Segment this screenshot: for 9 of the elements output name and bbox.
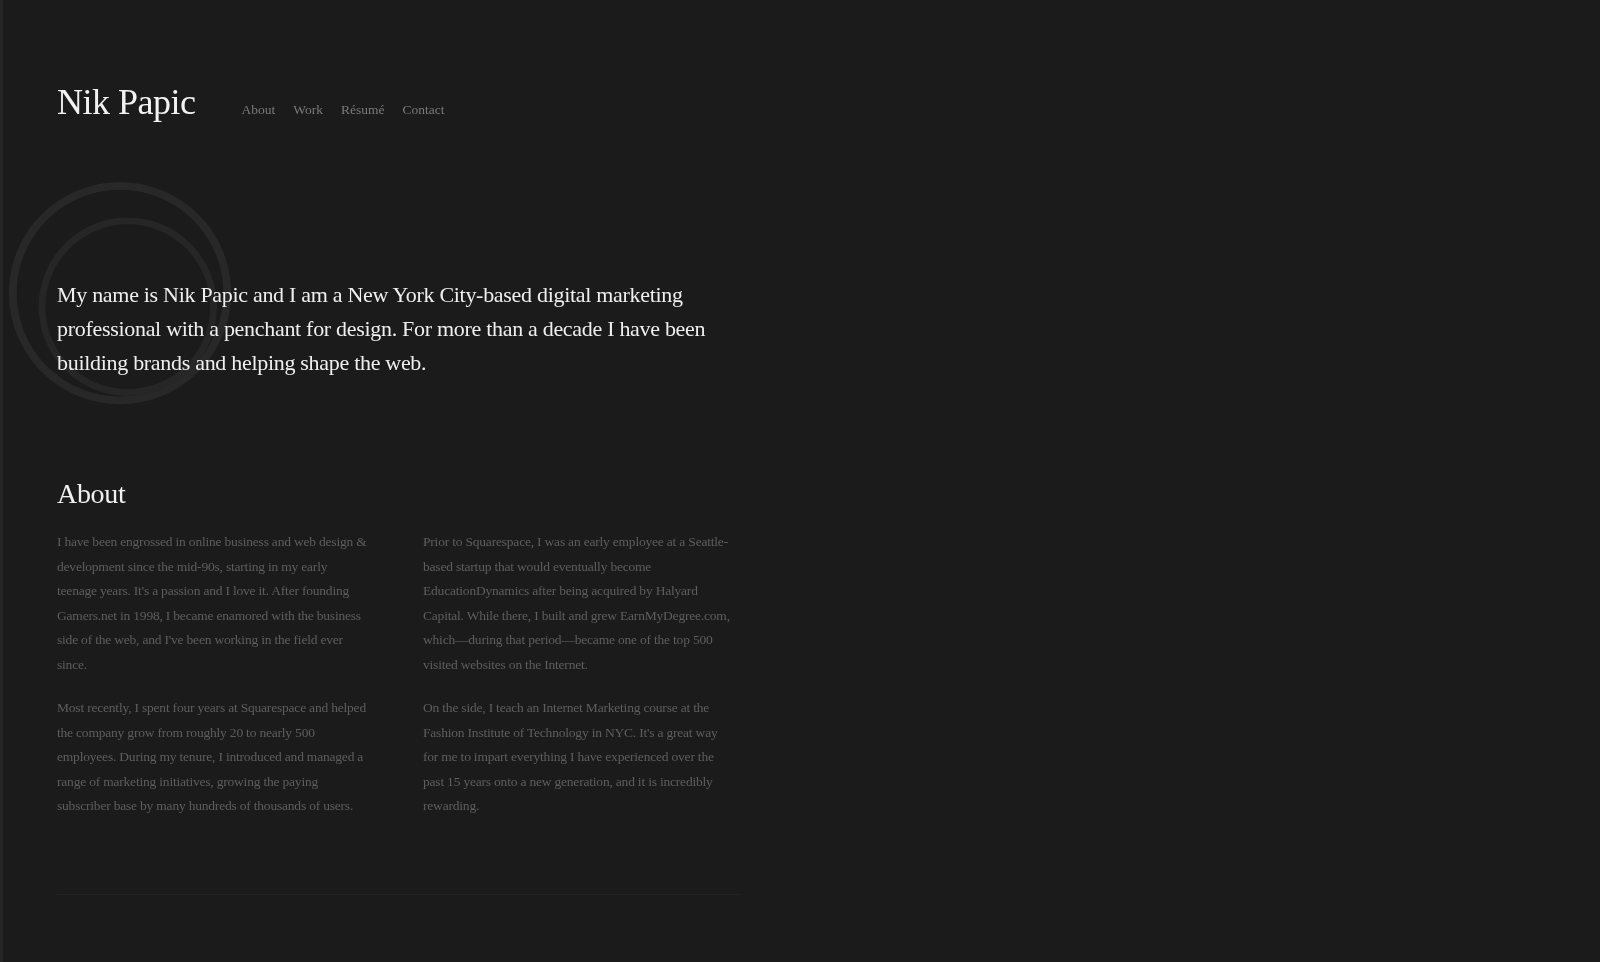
nav-link[interactable]: About [241,102,276,118]
nav-link[interactable]: Work [293,102,323,118]
nav-link[interactable]: Résumé [340,102,385,118]
intro-paragraph: My name is Nik Papic and I am a New York City-based digital marketing professional with a penchant for design. For more than a decade I have been building brands and helping shape the web. [57,281,707,378]
site-title[interactable]: Nik Papic [57,81,196,125]
body-paragraph: Prior to Squarespace, I was an early employee at a Seattle-based startup that would eventually become EducationDynamics after being acquired by Halyard Capital. While there, I built and grew EarnMyDegree.com, which—during that period—became one of the top 500 visited websites on the Internet. [423,533,731,674]
nav-link[interactable]: Contact [402,102,445,118]
body-paragraph: Most recently, I spent four years at Squarespace and helped the company grow from roughly 20 to nearly 500 employees. During my tenure, I introduced and managed a range of marketing initiatives, growing the paying subscriber base by many hundreds of thousands of users. [57,699,367,816]
section-heading: About [57,478,127,511]
